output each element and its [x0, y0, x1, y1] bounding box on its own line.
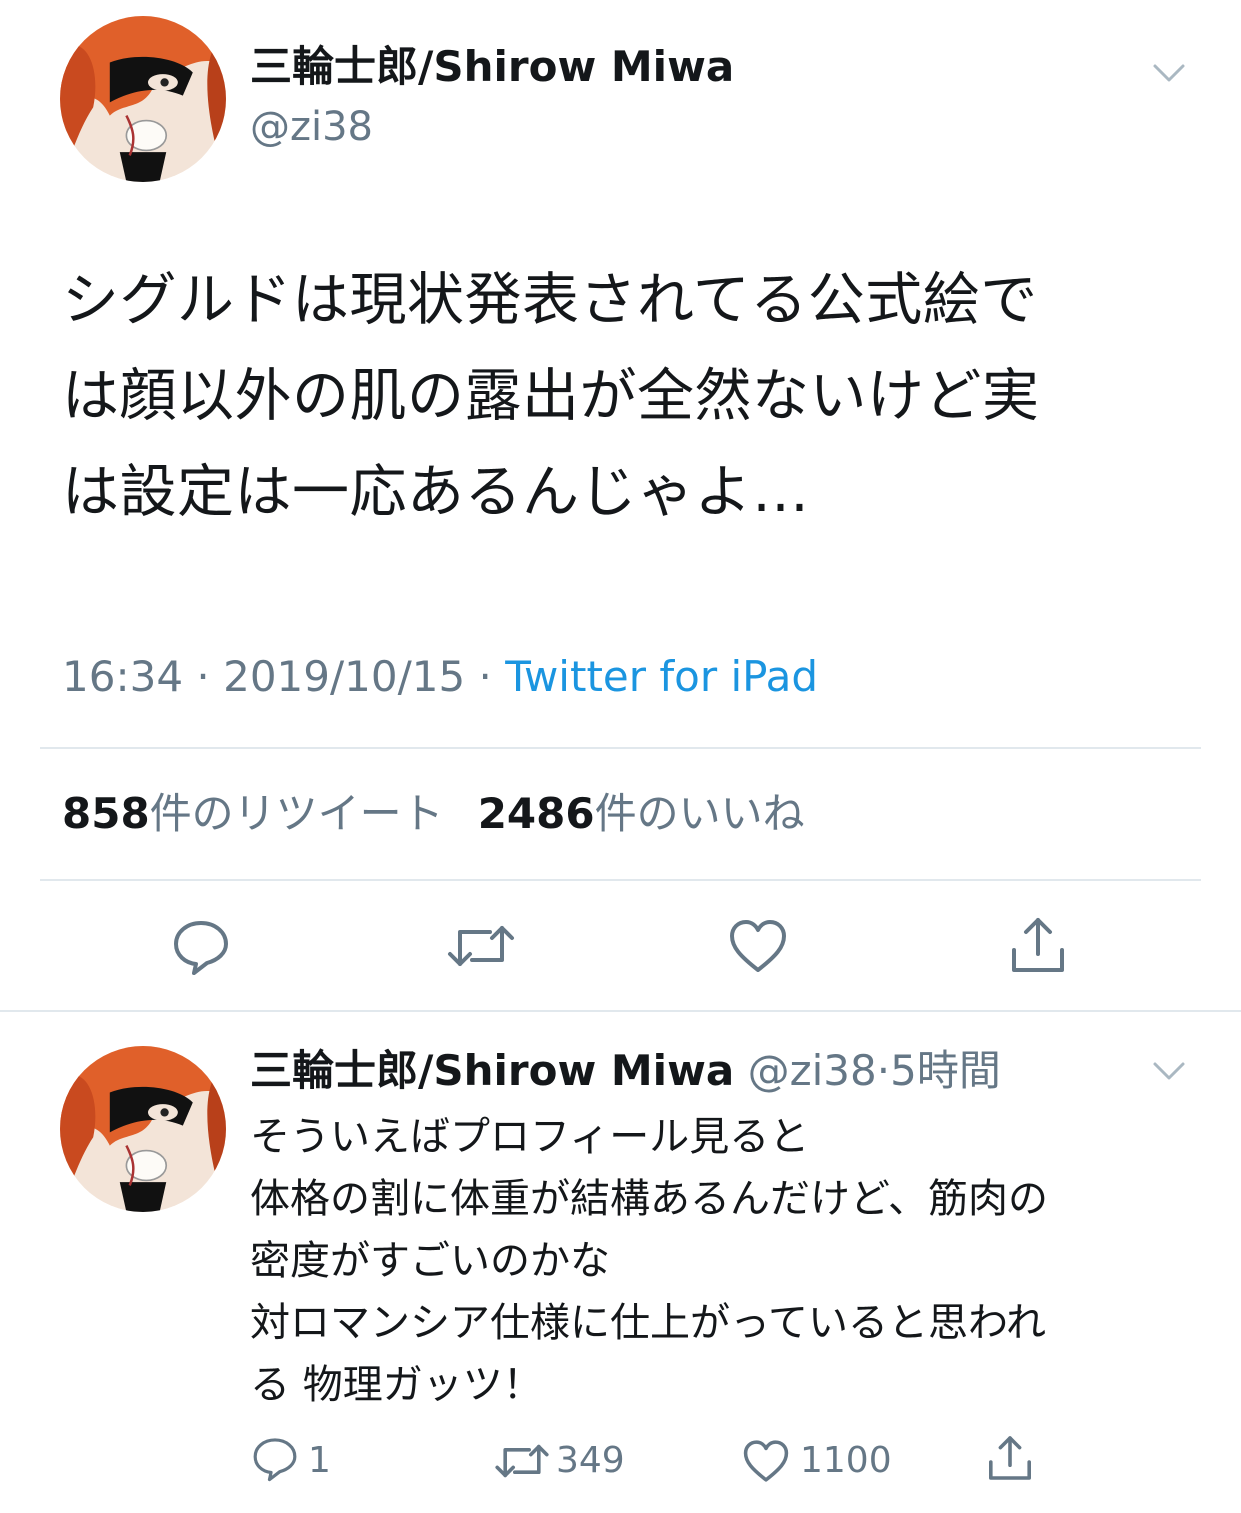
reply-retweet-button[interactable]: 349	[494, 1436, 634, 1486]
speech-bubble-icon	[174, 921, 228, 975]
retweet-count: 858	[62, 789, 150, 838]
retweet-stat[interactable]: 858件のリツイート	[62, 789, 444, 838]
tweet-detail-screen: 三輪士郎/Shirow Miwa @zi38 シグルドは現状発表されてる公式絵で…	[0, 0, 1241, 1513]
share-upload-icon	[986, 1432, 1034, 1484]
reply-like-button[interactable]: 1100	[742, 1436, 892, 1486]
reply-author-handle[interactable]: @zi38	[748, 1046, 877, 1095]
meta-separator: ·	[876, 1046, 891, 1095]
chevron-down-icon[interactable]	[1152, 1060, 1186, 1082]
engagement-stats: 858件のリツイート 2486件のいいね	[62, 784, 805, 844]
like-label: 件のいいね	[594, 789, 805, 838]
reply-button[interactable]	[172, 918, 230, 976]
like-count: 1100	[800, 1440, 892, 1481]
reply-age: 5時間	[890, 1046, 1001, 1095]
heart-icon	[730, 920, 786, 972]
meta-separator: ·	[183, 652, 224, 701]
speech-bubble-icon	[252, 1436, 298, 1482]
reply-count: 1	[308, 1440, 331, 1481]
section-divider	[0, 1010, 1241, 1012]
tweet-text: シグルドは現状発表されてる公式絵で は顔以外の肌の露出が全然ないけど実 は設定は…	[62, 267, 1040, 525]
avatar-illustration	[60, 16, 226, 182]
tweet-date: 2019/10/15	[223, 652, 466, 701]
retweet-label: 件のリツイート	[149, 789, 444, 838]
reply-reply-button[interactable]: 1	[252, 1436, 342, 1486]
divider	[40, 747, 1201, 749]
author-handle[interactable]: @zi38	[250, 100, 373, 154]
retweet-arrows-icon	[448, 926, 514, 966]
heart-icon	[742, 1439, 790, 1483]
reply-author-avatar[interactable]	[60, 1046, 226, 1212]
tweet-meta: 16:34 · 2019/10/15 · Twitter for iPad	[62, 648, 818, 706]
tweet-source-link[interactable]: Twitter for iPad	[505, 652, 818, 701]
author-avatar[interactable]	[60, 16, 226, 182]
retweet-arrows-icon	[494, 1439, 550, 1483]
reply-text: そういえばプロフィール見ると 体格の割に体重が結構あるんだけど、筋肉の 密度がす…	[250, 1114, 1048, 1408]
tweet-time: 16:34	[62, 652, 184, 701]
divider	[40, 879, 1201, 881]
reply-header: 三輪士郎/Shirow Miwa @zi38·5時間	[250, 1042, 1001, 1100]
author-name[interactable]: 三輪士郎/Shirow Miwa	[250, 38, 734, 96]
like-stat[interactable]: 2486件のいいね	[478, 789, 805, 838]
share-button[interactable]	[1008, 914, 1068, 976]
retweet-button[interactable]	[446, 920, 516, 972]
reply-share-button[interactable]	[986, 1432, 1036, 1484]
retweet-count: 349	[556, 1440, 625, 1481]
chevron-down-icon[interactable]	[1152, 62, 1186, 84]
like-count: 2486	[477, 789, 595, 838]
reply-author-name[interactable]: 三輪士郎/Shirow Miwa	[250, 1046, 734, 1095]
share-upload-icon	[1012, 918, 1064, 972]
like-button[interactable]	[728, 918, 788, 974]
meta-separator: ·	[465, 652, 506, 701]
avatar-illustration	[60, 1046, 226, 1212]
